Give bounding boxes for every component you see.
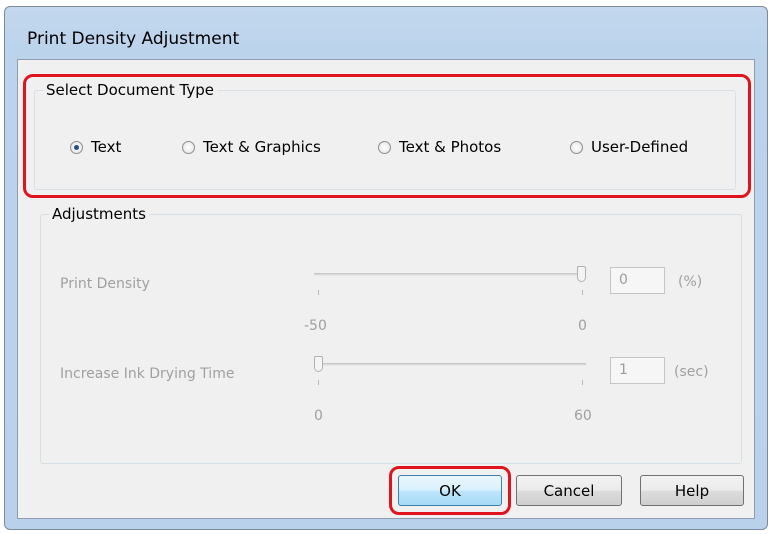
- print-density-unit: (%): [678, 274, 703, 290]
- print-density-min-label: -50: [304, 318, 327, 334]
- print-density-tick-max: [582, 290, 583, 295]
- drying-time-unit: (sec): [674, 364, 709, 380]
- cancel-button[interactable]: Cancel: [516, 475, 622, 506]
- drying-time-slider-track[interactable]: [314, 363, 586, 366]
- adjustments-group-label: Adjustments: [49, 205, 149, 223]
- adjustments-group: Adjustments: [40, 205, 742, 464]
- drying-time-max-label: 60: [574, 408, 592, 424]
- drying-time-min-label: 0: [314, 408, 323, 424]
- ok-button-highlight: [389, 466, 511, 515]
- dialog-window: Print Density Adjustment Select Document…: [4, 6, 768, 530]
- print-density-slider-track[interactable]: [314, 273, 586, 276]
- print-density-tick-min: [318, 290, 319, 295]
- help-button[interactable]: Help: [640, 475, 744, 506]
- print-density-slider-thumb[interactable]: [577, 266, 586, 282]
- drying-time-tick-min: [318, 380, 319, 385]
- print-density-value-field[interactable]: 0: [610, 267, 665, 294]
- drying-time-slider-thumb[interactable]: [314, 356, 323, 372]
- print-density-label: Print Density: [60, 276, 150, 292]
- dialog-title: Print Density Adjustment: [27, 29, 240, 49]
- drying-time-label: Increase Ink Drying Time: [60, 366, 235, 382]
- drying-time-value: 1: [619, 362, 628, 378]
- drying-time-tick-max: [582, 380, 583, 385]
- drying-time-value-field[interactable]: 1: [610, 357, 665, 384]
- dialog-client-area: Select Document Type Text Text & Graphic…: [17, 59, 755, 519]
- print-density-value: 0: [619, 272, 628, 288]
- document-type-highlight: [23, 74, 751, 198]
- print-density-max-label: 0: [578, 318, 587, 334]
